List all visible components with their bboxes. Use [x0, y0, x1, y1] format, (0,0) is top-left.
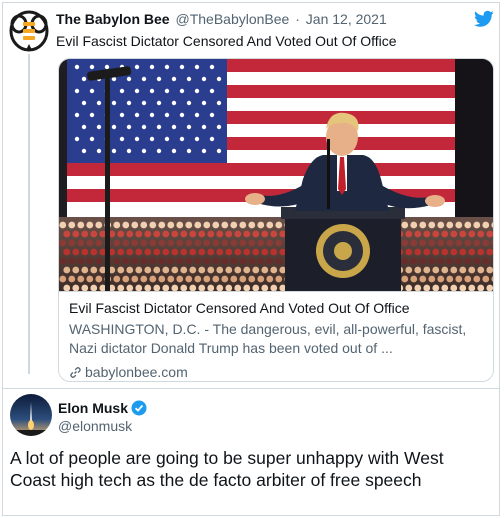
link-icon [69, 366, 82, 379]
card-description: WASHINGTON, D.C. - The dangerous, evil, … [69, 321, 467, 356]
card-body[interactable]: Evil Fascist Dictator Censored And Voted… [59, 291, 493, 381]
quoted-author-handle[interactable]: @TheBabylonBee [175, 11, 289, 27]
quoted-tweet-text: Evil Fascist Dictator Censored And Voted… [56, 33, 397, 49]
babylon-bee-logo[interactable] [8, 10, 50, 52]
quoted-tweet-date[interactable]: Jan 12, 2021 [306, 11, 387, 27]
main-author-name-row: Elon Musk [58, 400, 147, 416]
card-domain-link[interactable]: babylonbee.com [69, 364, 188, 380]
main-tweet-text: A lot of people are going to be super un… [10, 448, 444, 490]
main-author-name[interactable]: Elon Musk [58, 400, 128, 416]
twitter-bird-icon [474, 10, 494, 28]
card-title[interactable]: Evil Fascist Dictator Censored And Voted… [69, 300, 410, 316]
separator-dot: · [295, 11, 300, 27]
link-preview-card[interactable]: Evil Fascist Dictator Censored And Voted… [58, 58, 494, 382]
main-author-handle[interactable]: @elonmusk [58, 418, 132, 434]
card-domain[interactable]: babylonbee.com [85, 364, 188, 380]
quoted-author-name[interactable]: The Babylon Bee [56, 11, 170, 27]
tweet-divider [2, 388, 500, 389]
thread-line [28, 54, 30, 374]
quoted-tweet-header: The Babylon Bee @TheBabylonBee · Jan 12,… [56, 11, 387, 27]
verified-icon [131, 400, 147, 416]
elon-musk-avatar[interactable] [10, 394, 52, 436]
card-image[interactable] [59, 59, 493, 292]
